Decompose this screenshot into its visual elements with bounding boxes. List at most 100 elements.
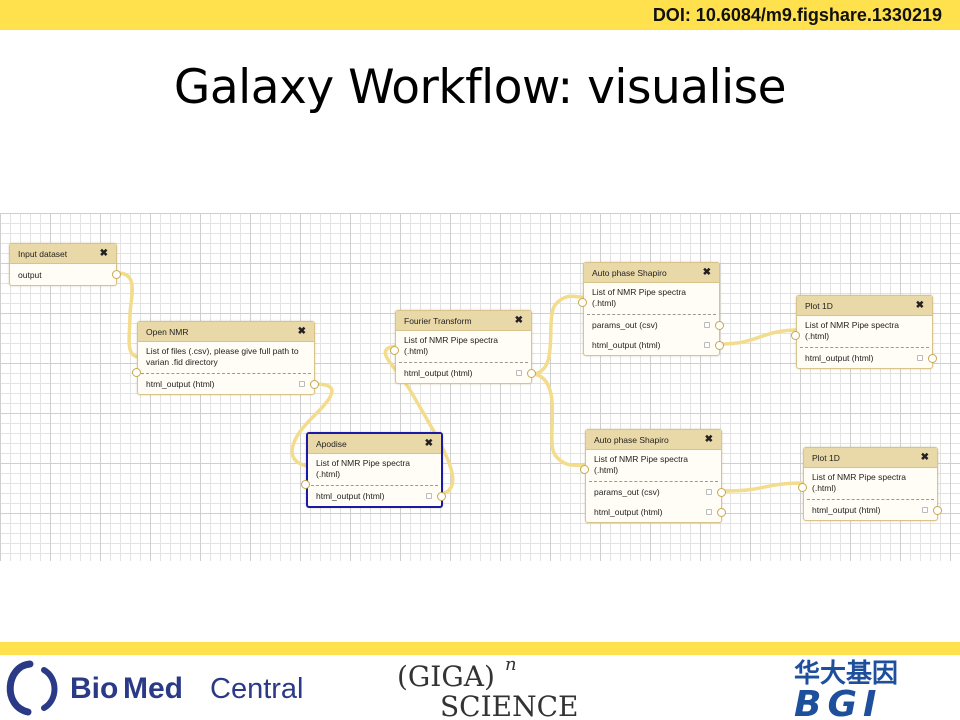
output-checkbox[interactable] <box>704 342 710 348</box>
input-terminal[interactable] <box>578 298 587 307</box>
node-input: List of NMR Pipe spectra (.html) <box>798 468 934 500</box>
close-icon[interactable]: ✖ <box>298 326 306 337</box>
node-header[interactable]: Open NMR ✖ <box>138 322 314 342</box>
slide-title: Galaxy Workflow: visualise <box>173 60 787 115</box>
close-icon[interactable]: ✖ <box>916 300 924 311</box>
node-header[interactable]: Fourier Transform ✖ <box>396 311 531 331</box>
input-terminal[interactable] <box>791 331 800 340</box>
node-header[interactable]: Auto phase Shapiro ✖ <box>584 263 719 283</box>
node-plot-1d-top[interactable]: Plot 1D ✖ List of NMR Pipe spectra (.htm… <box>791 295 937 369</box>
doi-text: DOI: 10.6084/m9.figshare.1330219 <box>652 5 942 25</box>
output-terminal[interactable] <box>715 320 724 330</box>
node-plot-1d-bottom[interactable]: Plot 1D ✖ List of NMR Pipe spectra (.htm… <box>798 447 942 521</box>
input-label: List of NMR Pipe spectra (.html) <box>594 454 689 475</box>
logo-med-text: Med <box>123 672 183 705</box>
biomed-central-logo: Bio Med Central <box>6 660 304 716</box>
node-apodise[interactable]: Apodise ✖ List of NMR Pipe spectra (.htm… <box>301 432 446 508</box>
node-header[interactable]: Plot 1D ✖ <box>797 296 932 316</box>
output-terminal[interactable] <box>717 487 726 497</box>
output-label: html_output (html) <box>594 507 663 517</box>
bgi-logo: 华大基因 BGI <box>794 658 898 720</box>
input-label: List of NMR Pipe spectra (.html) <box>404 335 499 356</box>
close-icon[interactable]: ✖ <box>703 267 711 278</box>
node-title: Input dataset <box>18 248 68 259</box>
output-checkbox[interactable] <box>706 489 712 495</box>
output-label: params_out (csv) <box>592 320 658 330</box>
input-label: List of files (.csv), please give full p… <box>146 346 299 367</box>
logo-bgi-latin: BGI <box>794 684 882 720</box>
output-label: html_output (html) <box>146 379 215 389</box>
node-output: html_output (html) <box>584 335 724 355</box>
output-checkbox[interactable] <box>299 381 305 387</box>
node-header[interactable]: Plot 1D ✖ <box>804 448 937 468</box>
node-output: html_output (html) <box>797 348 937 368</box>
logo-science-text: SCIENCE <box>440 690 578 720</box>
node-header[interactable]: Auto phase Shapiro ✖ <box>586 430 721 450</box>
close-icon[interactable]: ✖ <box>921 452 929 463</box>
logo-giga-text: (GIGA) <box>397 660 495 693</box>
close-icon[interactable]: ✖ <box>425 438 433 449</box>
node-output: params_out (csv) <box>586 482 726 502</box>
node-output: html_output (html) <box>586 502 726 522</box>
input-label: List of NMR Pipe spectra (.html) <box>805 320 900 341</box>
input-label: List of NMR Pipe spectra (.html) <box>592 287 687 308</box>
doi-banner: DOI: 10.6084/m9.figshare.1330219 <box>0 0 960 30</box>
output-terminal[interactable] <box>527 368 536 378</box>
input-label: List of NMR Pipe spectra (.html) <box>316 458 411 479</box>
output-label: html_output (html) <box>404 368 473 378</box>
output-terminal[interactable] <box>717 507 726 517</box>
input-label: List of NMR Pipe spectra (.html) <box>812 472 907 493</box>
output-checkbox[interactable] <box>516 370 522 376</box>
node-output: html_output (html) <box>804 500 942 520</box>
output-terminal[interactable] <box>437 491 446 501</box>
node-input: List of files (.csv), please give full p… <box>132 342 311 377</box>
slide: DOI: 10.6084/m9.figshare.1330219 Galaxy … <box>0 0 960 720</box>
node-input-dataset[interactable]: Input dataset ✖ output <box>9 243 121 286</box>
node-title: Plot 1D <box>812 452 840 463</box>
output-terminal[interactable] <box>928 353 937 363</box>
node-input: List of NMR Pipe spectra (.html) <box>301 454 438 489</box>
output-checkbox[interactable] <box>922 507 928 513</box>
close-icon[interactable]: ✖ <box>100 248 108 259</box>
logo-giga-exponent: n <box>505 656 517 675</box>
logo-bio-text: Bio <box>70 672 118 705</box>
output-terminal[interactable] <box>933 505 942 515</box>
output-checkbox[interactable] <box>917 355 923 361</box>
output-checkbox[interactable] <box>426 493 432 499</box>
output-checkbox[interactable] <box>704 322 710 328</box>
node-title: Auto phase Shapiro <box>592 267 667 278</box>
node-title: Apodise <box>316 438 347 449</box>
output-label: params_out (csv) <box>594 487 660 497</box>
output-label: html_output (html) <box>812 505 881 515</box>
node-autophase-top[interactable]: Auto phase Shapiro ✖ List of NMR Pipe sp… <box>578 262 724 356</box>
node-header[interactable]: Apodise ✖ <box>308 434 441 454</box>
output-label: html_output (html) <box>805 353 874 363</box>
node-header[interactable]: Input dataset ✖ <box>10 244 116 264</box>
node-title: Fourier Transform <box>404 315 472 326</box>
gigascience-logo: (GIGA) n SCIENCE <box>397 656 578 720</box>
node-open-nmr[interactable]: Open NMR ✖ List of files (.csv), please … <box>132 321 319 395</box>
logo-central-text: Central <box>210 673 304 705</box>
input-terminal[interactable] <box>798 483 807 492</box>
close-icon[interactable]: ✖ <box>515 315 523 326</box>
output-terminal[interactable] <box>715 340 724 350</box>
node-input: List of NMR Pipe spectra (.html) <box>791 316 929 348</box>
node-title: Plot 1D <box>805 300 833 311</box>
output-label: html_output (html) <box>592 340 661 350</box>
node-output: html_output (html) <box>396 363 536 383</box>
node-fourier-transform[interactable]: Fourier Transform ✖ List of NMR Pipe spe… <box>390 310 536 384</box>
input-terminal[interactable] <box>580 465 589 474</box>
node-input: List of NMR Pipe spectra (.html) <box>390 331 528 363</box>
output-terminal[interactable] <box>112 270 121 279</box>
output-checkbox[interactable] <box>706 509 712 515</box>
close-icon[interactable]: ✖ <box>705 434 713 445</box>
node-output: html_output (html) <box>138 374 319 394</box>
node-autophase-bottom[interactable]: Auto phase Shapiro ✖ List of NMR Pipe sp… <box>580 429 726 523</box>
node-output: params_out (csv) <box>584 315 724 335</box>
node-title: Open NMR <box>146 326 189 337</box>
footer-banner <box>0 642 960 655</box>
node-output: output <box>10 264 121 285</box>
node-title: Auto phase Shapiro <box>594 434 669 445</box>
output-terminal[interactable] <box>310 379 319 389</box>
input-terminal[interactable] <box>390 346 399 355</box>
